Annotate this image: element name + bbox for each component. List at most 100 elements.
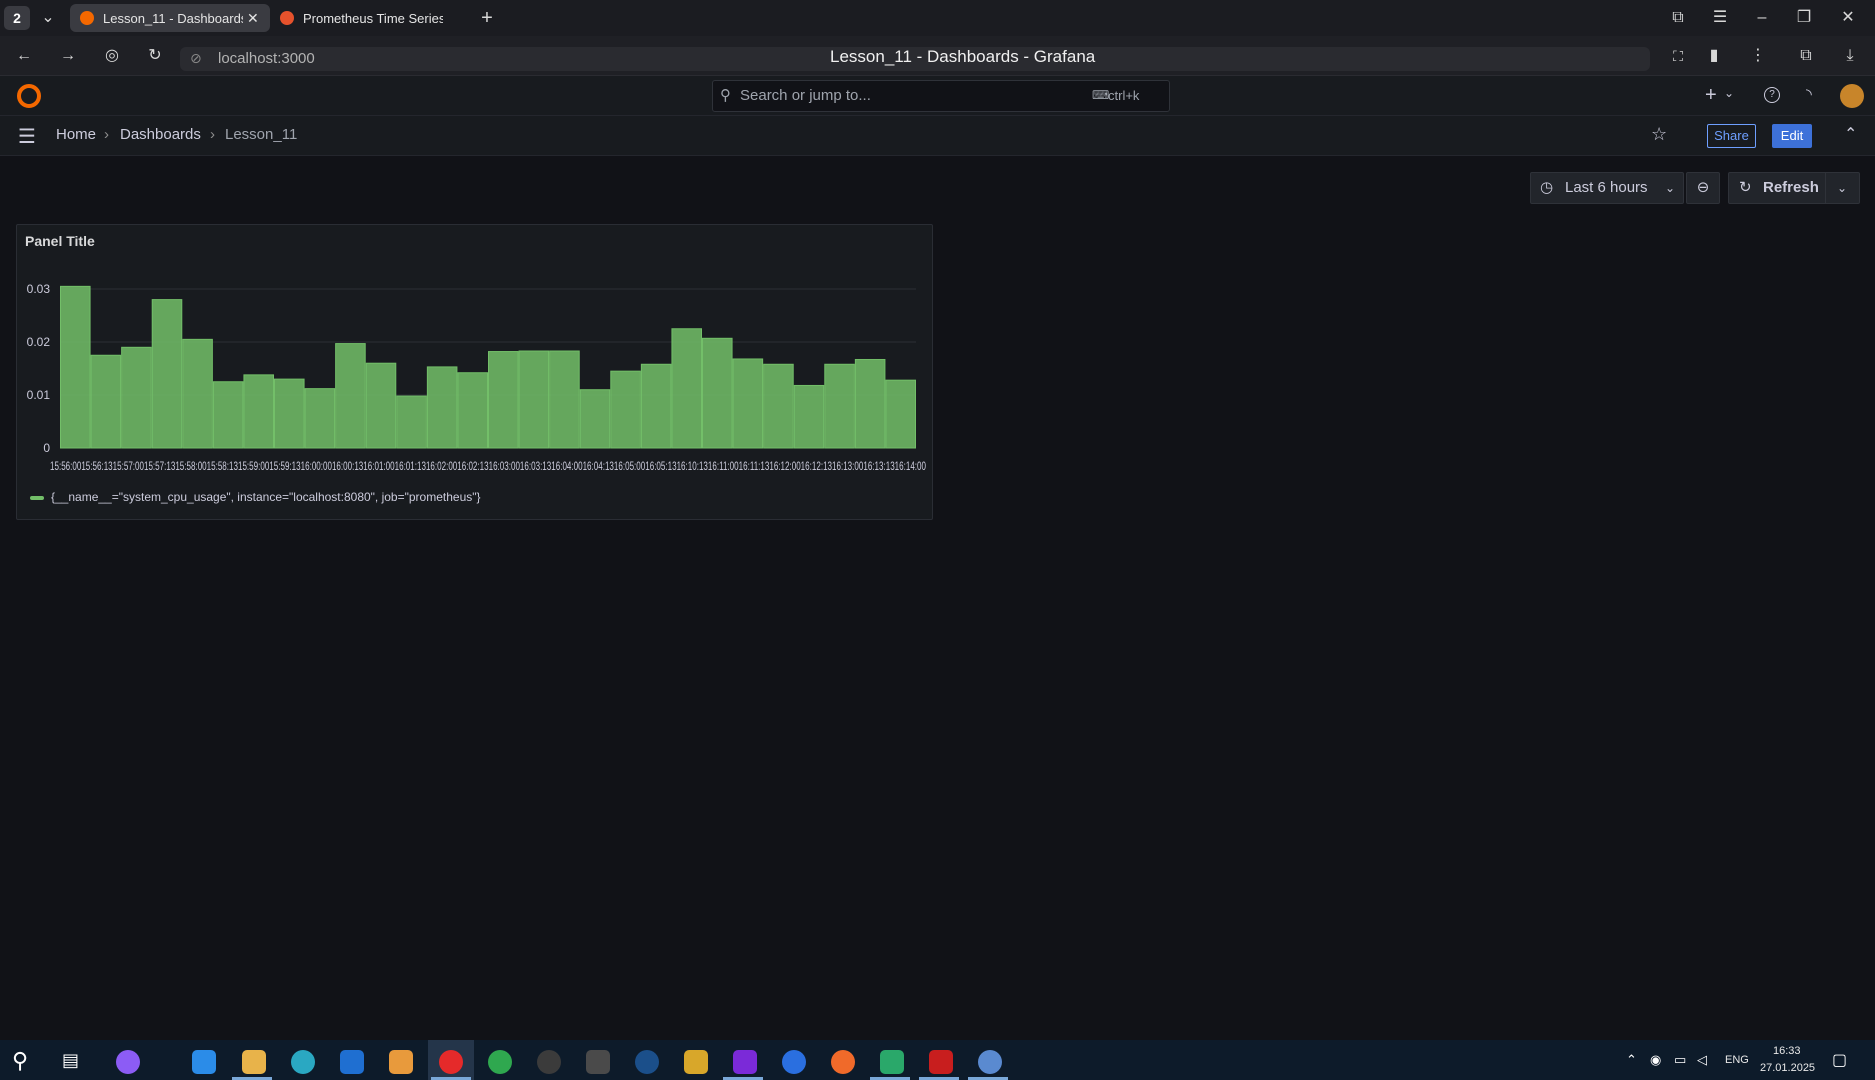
bar[interactable] xyxy=(426,366,458,449)
intellij-icon[interactable] xyxy=(733,1050,757,1074)
bar[interactable] xyxy=(732,358,764,449)
tab-grafana[interactable]: Lesson_11 - Dashboards ✕ xyxy=(70,4,270,32)
site-info-icon[interactable]: ⊘ xyxy=(190,50,202,67)
assistant-app-icon[interactable] xyxy=(116,1050,140,1074)
media-player-icon[interactable] xyxy=(389,1050,413,1074)
reload-icon[interactable]: ↻ xyxy=(141,42,169,70)
add-icon[interactable]: + xyxy=(1705,84,1717,107)
acrobat-icon[interactable] xyxy=(929,1050,953,1074)
postman-icon[interactable] xyxy=(831,1050,855,1074)
edge-icon[interactable] xyxy=(291,1050,315,1074)
news-rss-icon[interactable]: ◝ xyxy=(1806,85,1812,103)
forward-icon[interactable]: → xyxy=(54,42,82,70)
grafana-logo-icon[interactable] xyxy=(17,84,41,108)
bar[interactable] xyxy=(212,381,244,449)
refresh-button[interactable]: ↻ Refresh ⌄ xyxy=(1728,172,1860,204)
bar[interactable] xyxy=(824,363,855,449)
bar[interactable] xyxy=(396,395,427,449)
network-icon[interactable]: ▭ xyxy=(1674,1052,1686,1068)
app-bird-icon[interactable] xyxy=(978,1050,1002,1074)
task-view-icon[interactable]: ▤ xyxy=(62,1050,79,1071)
clapperboard-icon[interactable] xyxy=(586,1050,610,1074)
bar[interactable] xyxy=(365,362,397,449)
notifications-icon[interactable]: ▢ xyxy=(1832,1050,1847,1070)
time-range-picker[interactable]: ◷ Last 6 hours ⌄ xyxy=(1530,172,1684,204)
chrome-icon[interactable] xyxy=(488,1050,512,1074)
language-indicator[interactable]: ENG xyxy=(1725,1054,1749,1066)
bar[interactable] xyxy=(702,337,733,449)
bar[interactable] xyxy=(274,378,305,449)
app-window-icon[interactable] xyxy=(880,1050,904,1074)
bar-chart[interactable]: 0 0.01 0.02 0.03 15:56:0015:56:1315:57:0015:… xyxy=(16,270,933,480)
breadcrumb-dashboards[interactable]: Dashboards xyxy=(120,126,201,143)
bar[interactable] xyxy=(854,358,886,449)
file-explorer-icon[interactable] xyxy=(242,1050,266,1074)
bar[interactable] xyxy=(182,338,213,449)
outlook-icon[interactable] xyxy=(340,1050,364,1074)
close-icon[interactable]: ✕ xyxy=(247,10,259,27)
app-ring-icon[interactable] xyxy=(537,1050,561,1074)
bar[interactable] xyxy=(90,354,122,449)
clock-date[interactable]: 27.01.2025 xyxy=(1760,1062,1815,1074)
protect-icon[interactable]: ◎ xyxy=(98,42,126,70)
vscode-icon[interactable] xyxy=(192,1050,216,1074)
divider xyxy=(1825,173,1826,203)
panel-title[interactable]: Panel Title xyxy=(25,233,95,249)
share-button[interactable]: Share xyxy=(1707,124,1756,148)
steam-icon[interactable] xyxy=(635,1050,659,1074)
menu-icon[interactable]: ☰ xyxy=(1706,4,1734,32)
steam-tray-icon[interactable]: ◉ xyxy=(1650,1052,1661,1068)
bar[interactable] xyxy=(640,363,672,449)
restore-icon[interactable]: ❐ xyxy=(1790,4,1818,32)
bar[interactable] xyxy=(579,389,611,449)
chevron-down-icon[interactable]: ⌄ xyxy=(34,4,62,32)
bar[interactable] xyxy=(793,384,825,449)
bar[interactable] xyxy=(304,388,336,449)
back-icon[interactable]: ← xyxy=(10,42,38,70)
avatar[interactable] xyxy=(1840,84,1864,108)
help-icon[interactable]: ? xyxy=(1764,87,1780,103)
more-icon[interactable]: ⋮ xyxy=(1744,42,1772,70)
bar[interactable] xyxy=(885,379,917,449)
bar[interactable] xyxy=(518,350,550,449)
star-icon[interactable]: ☆ xyxy=(1651,124,1667,145)
tab-prometheus[interactable]: Prometheus Time Series Co xyxy=(270,4,470,32)
window-close-icon[interactable]: ✕ xyxy=(1834,4,1862,32)
bookmark-icon[interactable]: ▮ xyxy=(1700,42,1728,70)
bar[interactable] xyxy=(488,351,519,449)
bar[interactable] xyxy=(60,285,91,449)
breadcrumb-home[interactable]: Home xyxy=(56,126,96,143)
hamburger-menu-icon[interactable]: ☰ xyxy=(18,124,36,149)
collections-icon[interactable]: ⧉ xyxy=(1792,42,1820,70)
volume-icon[interactable]: ◁ xyxy=(1697,1052,1707,1068)
bar[interactable] xyxy=(671,328,703,449)
bar[interactable] xyxy=(151,299,183,449)
url-text: localhost:3000 xyxy=(218,50,315,67)
bar[interactable] xyxy=(457,372,488,449)
new-tab-icon[interactable]: + xyxy=(473,4,501,32)
zoom-out-button[interactable]: ⊖ xyxy=(1686,172,1720,204)
yandex-browser-icon[interactable] xyxy=(439,1050,463,1074)
bookmarks-panel-icon[interactable]: ⧉ xyxy=(1664,4,1692,32)
bar[interactable] xyxy=(335,343,366,449)
download-icon[interactable]: ⤓ xyxy=(1836,42,1864,70)
tab-count-badge[interactable]: 2 xyxy=(4,6,30,30)
app-store-icon[interactable] xyxy=(782,1050,806,1074)
edit-button[interactable]: Edit xyxy=(1772,124,1812,148)
chevron-down-icon[interactable]: ⌄ xyxy=(1724,86,1734,100)
search-icon[interactable]: ⚲ xyxy=(12,1048,28,1074)
window-title: Lesson_11 - Dashboards - Grafana xyxy=(830,47,1096,66)
legend-label[interactable]: {__name__="system_cpu_usage", instance="… xyxy=(51,490,481,504)
chevron-up-icon[interactable]: ⌃ xyxy=(1626,1052,1637,1068)
bar[interactable] xyxy=(549,350,580,449)
clock-time[interactable]: 16:33 xyxy=(1773,1045,1801,1057)
bar[interactable] xyxy=(121,346,152,449)
bar[interactable] xyxy=(763,363,794,449)
bar[interactable] xyxy=(243,374,275,449)
translate-icon[interactable]: ⛶ xyxy=(1664,42,1692,70)
chevron-down-icon[interactable]: ⌄ xyxy=(1837,173,1847,203)
chevron-up-icon[interactable]: ⌃ xyxy=(1844,124,1857,144)
bar[interactable] xyxy=(610,370,641,449)
tool-icon[interactable] xyxy=(684,1050,708,1074)
minimize-icon[interactable]: – xyxy=(1748,4,1776,32)
